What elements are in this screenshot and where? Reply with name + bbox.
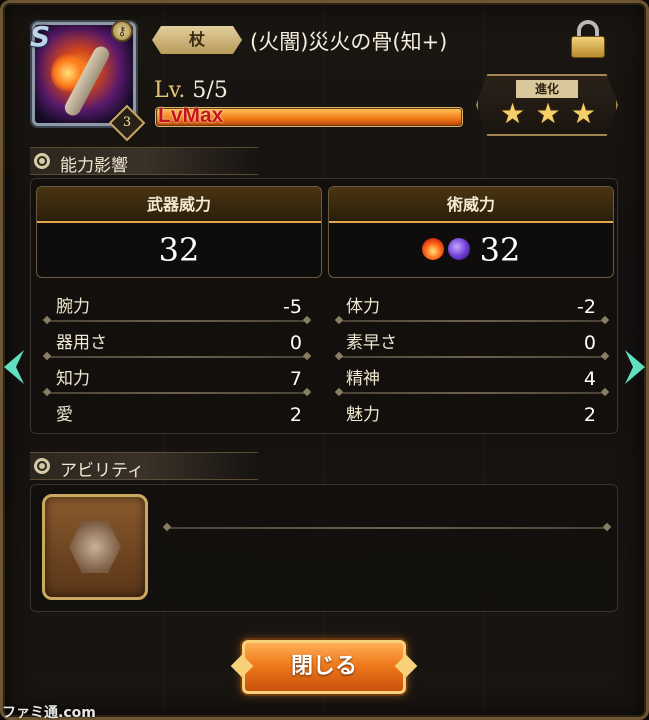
evolve-stars: ★ ★ ★ [500,100,596,128]
stat-value: 4 [583,368,596,390]
divider [46,392,308,394]
gear-icon [34,458,50,474]
star-icon: ★ [570,97,596,130]
skill-power-box: 術威力 32 [328,186,614,278]
stat-row: 精神 4 [346,364,596,394]
weapon-power-value: 32 [158,231,200,269]
skill-power-value: 32 [479,231,521,269]
empty-ability-icon [69,521,121,573]
stat-row: 器用さ 0 [56,328,302,358]
stat-row: 愛 2 [56,400,302,430]
weapon-power-box: 武器威力 32 [36,186,322,278]
stat-row: 体力 -2 [346,292,596,322]
stat-row: 知力 7 [56,364,302,394]
ability-empty-line [166,527,608,529]
stat-name: 精神 [346,369,380,389]
fire-icon [421,237,444,260]
skill-power-label: 術威力 [329,187,613,223]
dark-icon [447,237,470,260]
level-value: 5/5 [192,78,228,103]
key-icon[interactable]: ⚷ [111,20,133,42]
divider [338,320,606,322]
lock-icon[interactable] [570,20,606,58]
divider [46,356,308,358]
stat-value: 0 [289,332,302,354]
evolve-label: 進化 [516,80,578,98]
rank-value: 3 [122,115,132,130]
stat-value: -2 [577,296,596,318]
star-icon: ★ [535,97,561,130]
skill-power-row: 32 [329,223,613,277]
weapon-type-tag: 杖 [152,26,242,54]
section-header-ability-effect: 能力影響 [30,147,258,176]
s-rarity-icon: S [30,20,51,53]
ability-slot[interactable] [42,494,148,600]
stat-name: 知力 [56,369,90,389]
stat-value: 7 [289,368,302,390]
stat-value: 2 [583,404,596,426]
stat-row: 魅力 2 [346,400,596,430]
stat-name: 器用さ [56,333,107,353]
stat-name: 体力 [346,297,380,317]
stat-value: 2 [289,404,302,426]
stat-name: 素早さ [346,333,397,353]
weapon-name: (火闇)災火の骨(知+) [250,30,448,54]
divider [46,320,308,322]
lock-body [571,36,605,58]
stat-name: 腕力 [56,297,90,317]
stat-value: 0 [583,332,596,354]
weapon-power-label: 武器威力 [37,187,321,223]
section-title: アビリティ [60,461,144,481]
stat-name: 愛 [56,405,73,425]
level-display: Lv. 5/5 [154,78,228,103]
close-button[interactable]: 閉じる [242,640,406,694]
stat-row: 腕力 -5 [56,292,302,322]
section-header-ability: アビリティ [30,452,258,481]
divider [338,356,606,358]
star-icon: ★ [500,97,526,130]
stat-value: -5 [283,296,302,318]
stat-row: 素早さ 0 [346,328,596,358]
lvmax-label: LvMax [158,104,224,127]
watermark: ファミ通.com [2,705,96,720]
divider [338,392,606,394]
section-title: 能力影響 [60,156,128,176]
level-label: Lv. [154,78,186,103]
gear-icon [34,153,50,169]
stat-name: 魅力 [346,405,380,425]
